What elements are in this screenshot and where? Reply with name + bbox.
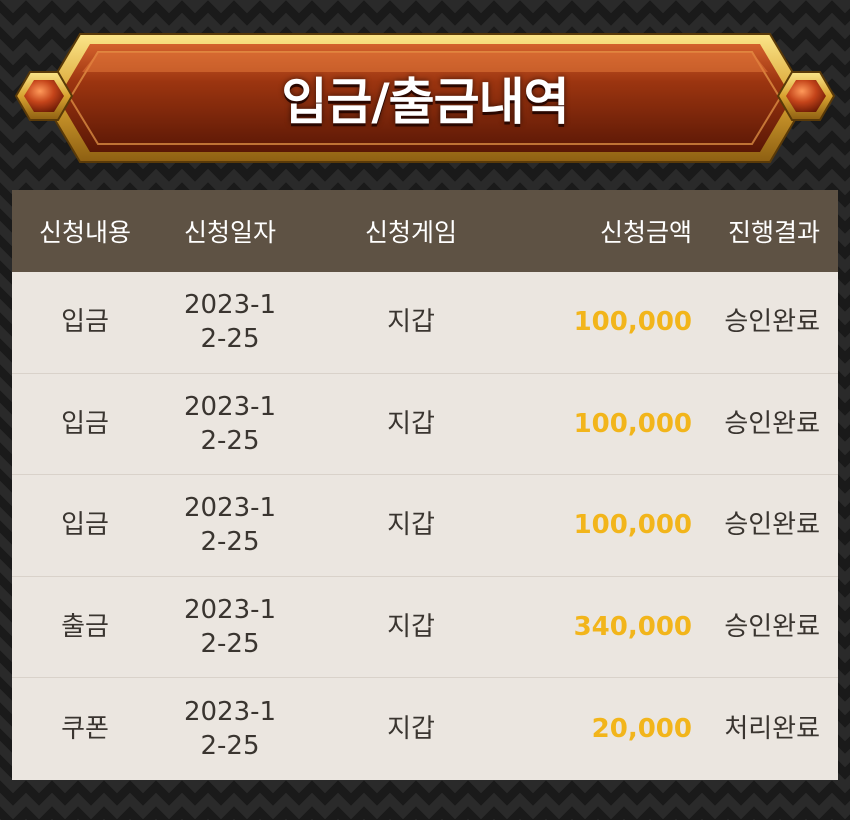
cell-amount: 100,000 (573, 408, 692, 439)
cell-game: 지갑 (387, 714, 435, 745)
cell-type: 입금 (61, 408, 109, 439)
cell-result: 승인완료 (724, 612, 820, 643)
cell-amount: 20,000 (591, 714, 692, 745)
page-title: 입금/출금내역 (281, 73, 569, 131)
cell-amount: 100,000 (573, 307, 692, 338)
cell-result: 승인완료 (724, 307, 820, 338)
header-amount: 신청금액 (599, 218, 692, 247)
history-table: 신청내용 신청일자 신청게임 신청금액 진행결과 입금 2023-12-25 지… (12, 190, 838, 780)
cell-type: 출금 (61, 612, 109, 643)
header-type: 신청내용 (38, 218, 131, 247)
cell-amount: 100,000 (573, 510, 692, 541)
cell-amount: 340,000 (573, 612, 692, 643)
cell-game: 지갑 (387, 408, 435, 439)
cell-type: 입금 (61, 510, 109, 541)
cell-result: 처리완료 (724, 714, 820, 745)
header-game: 신청게임 (364, 218, 457, 247)
table-row: 출금 2023-12-25 지갑 340,000 승인완료 (12, 577, 838, 679)
title-banner: 입금/출금내역 (0, 26, 850, 176)
header-result: 진행결과 (727, 218, 820, 247)
cell-game: 지갑 (387, 612, 435, 643)
cell-type: 입금 (61, 307, 109, 338)
cell-game: 지갑 (387, 510, 435, 541)
cell-date: 2023-12-25 (183, 595, 277, 660)
cell-type: 쿠폰 (61, 714, 109, 745)
cell-date: 2023-12-25 (183, 493, 277, 558)
table-row: 입금 2023-12-25 지갑 100,000 승인완료 (12, 475, 838, 577)
cell-date: 2023-12-25 (183, 391, 277, 456)
table-row: 입금 2023-12-25 지갑 100,000 승인완료 (12, 374, 838, 476)
cell-result: 승인완료 (724, 510, 820, 541)
cell-date: 2023-12-25 (183, 290, 277, 355)
table-row: 입금 2023-12-25 지갑 100,000 승인완료 (12, 272, 838, 374)
header-date: 신청일자 (183, 218, 276, 247)
table-header: 신청내용 신청일자 신청게임 신청금액 진행결과 (12, 190, 838, 272)
table-row: 쿠폰 2023-12-25 지갑 20,000 처리완료 (12, 678, 838, 780)
cell-result: 승인완료 (724, 408, 820, 439)
cell-date: 2023-12-25 (183, 697, 277, 762)
cell-game: 지갑 (387, 307, 435, 338)
